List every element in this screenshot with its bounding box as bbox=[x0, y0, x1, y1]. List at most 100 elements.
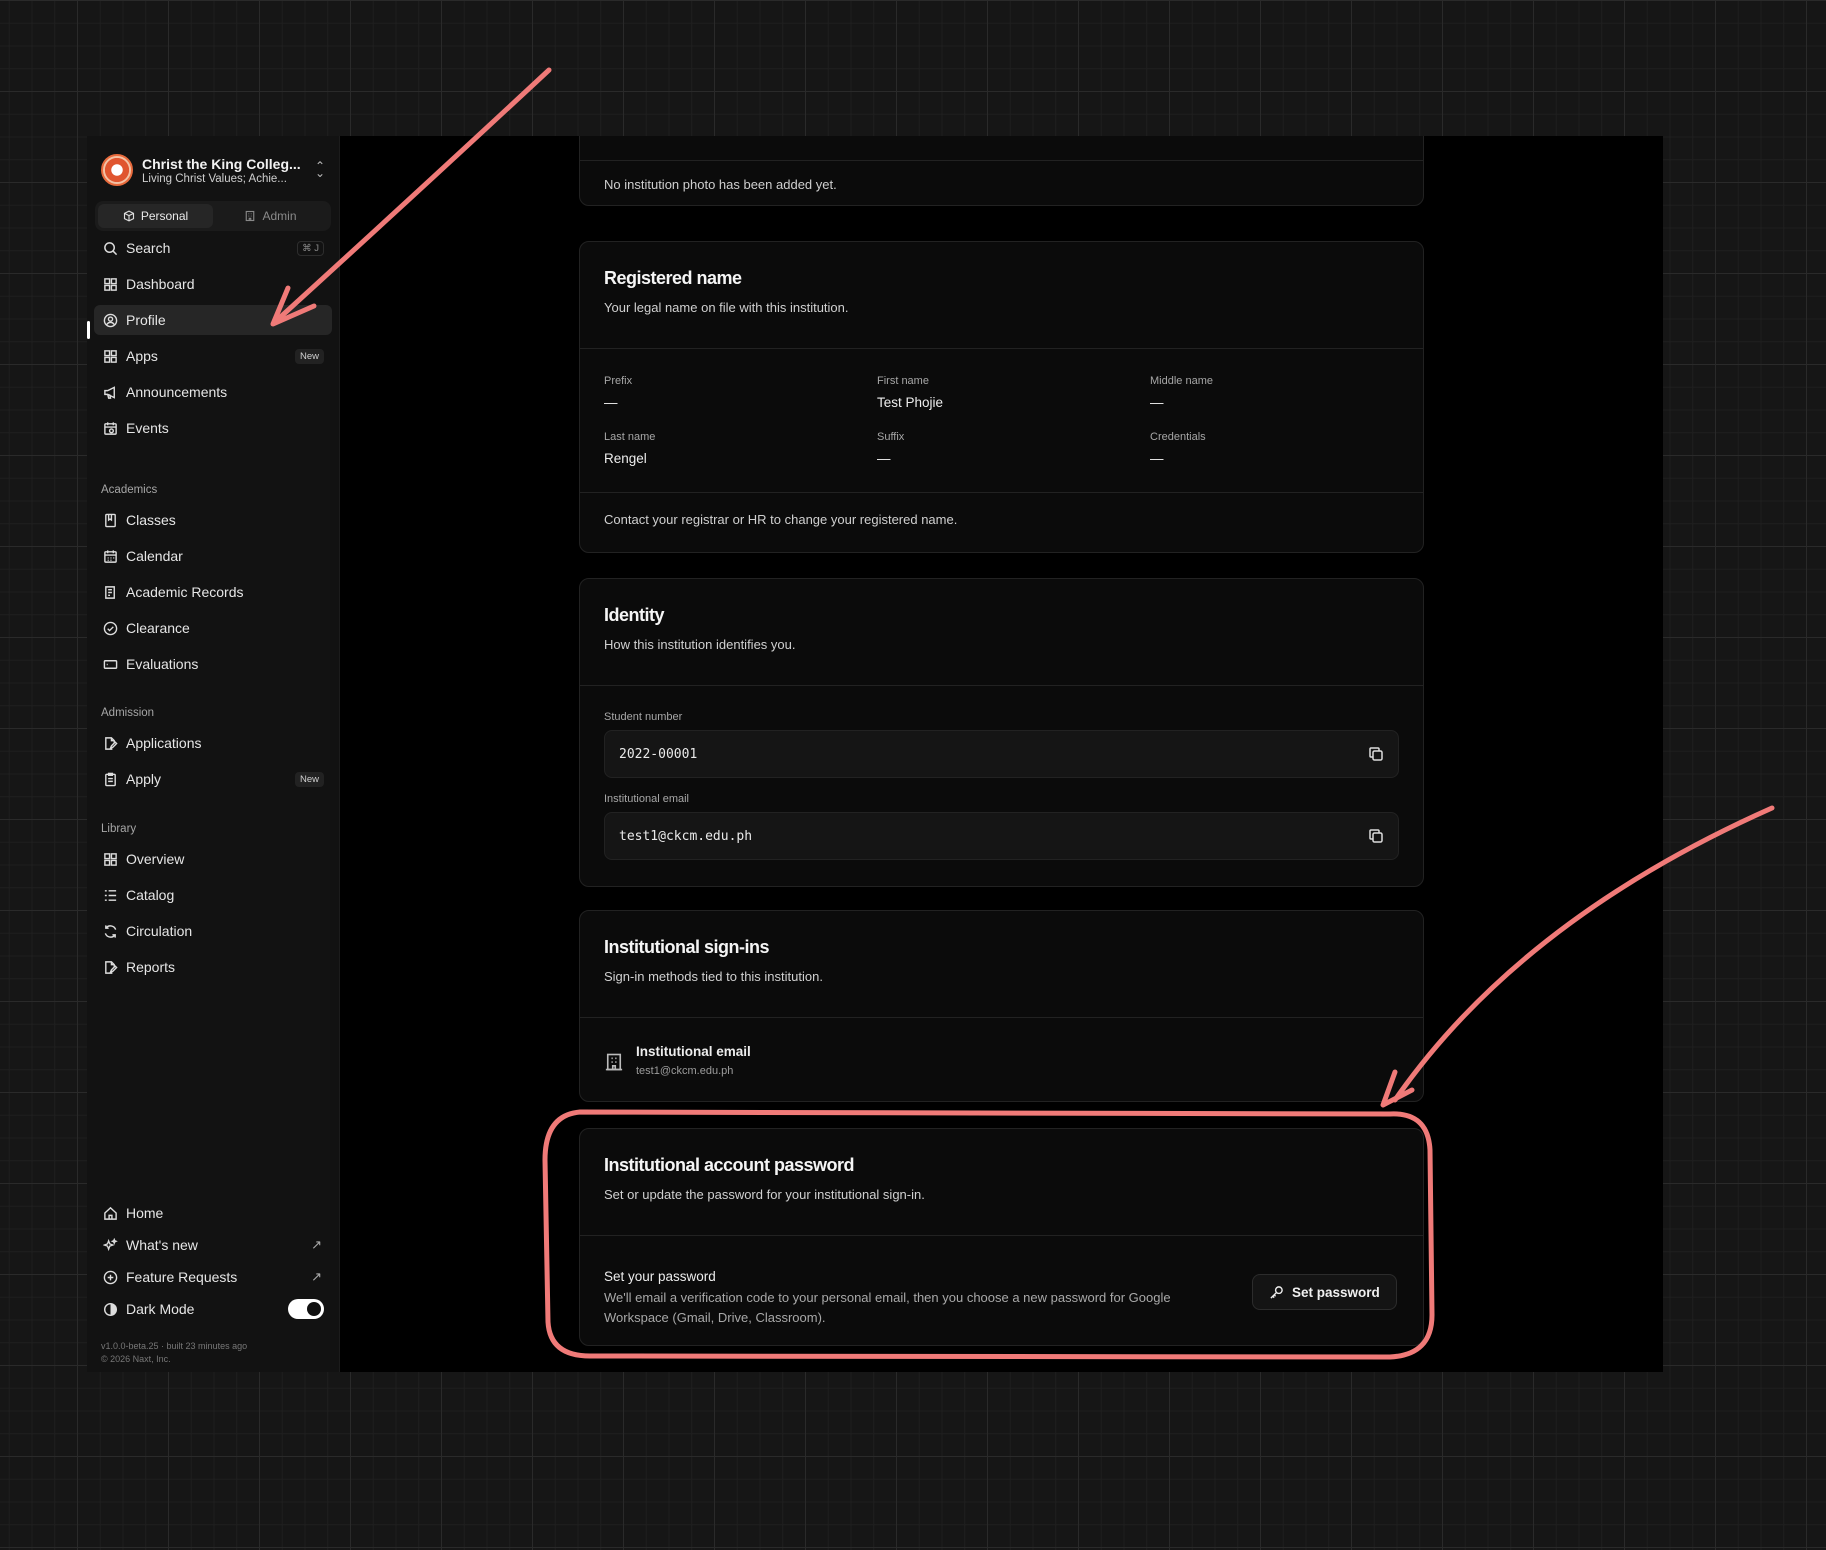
sidebar-item-search[interactable]: Search ⌘ J bbox=[94, 233, 332, 263]
sidebar-item-apply[interactable]: Apply New bbox=[94, 764, 332, 794]
sidebar-item-label: Announcements bbox=[126, 384, 228, 400]
section-library: Library bbox=[101, 823, 137, 835]
sidebar-item-label: Profile bbox=[126, 312, 166, 328]
signin-method-title: Institutional email bbox=[636, 1044, 751, 1059]
user-circle-icon bbox=[102, 312, 118, 328]
sidebar-item-circulation[interactable]: Circulation bbox=[94, 916, 332, 946]
sidebar-item-classes[interactable]: Classes bbox=[94, 505, 332, 535]
section-admission: Admission bbox=[101, 707, 155, 719]
sidebar-item-evaluations[interactable]: Evaluations bbox=[94, 649, 332, 679]
card-description: How this institution identifies you. bbox=[604, 637, 796, 652]
sidebar-item-catalog[interactable]: Catalog bbox=[94, 880, 332, 910]
sidebar-item-label: Dashboard bbox=[126, 276, 195, 292]
institutional-email-value: test1@ckcm.edu.ph bbox=[619, 828, 753, 844]
org-tagline: Living Christ Values; Achie... bbox=[142, 172, 287, 185]
home-icon bbox=[102, 1205, 118, 1221]
clipboard-icon bbox=[102, 771, 118, 787]
external-link-icon: ↗ bbox=[311, 1269, 322, 1284]
grid-icon bbox=[102, 276, 118, 292]
sidebar-item-label: Feature Requests bbox=[126, 1269, 238, 1285]
building-icon bbox=[605, 1053, 623, 1071]
version-info: v1.0.0-beta.25 · built 23 minutes ago © … bbox=[101, 1340, 247, 1366]
plus-circle-icon bbox=[102, 1269, 118, 1285]
sidebar-item-academic-records[interactable]: Academic Records bbox=[94, 577, 332, 607]
sidebar-item-overview[interactable]: Overview bbox=[94, 844, 332, 874]
report-icon bbox=[102, 959, 118, 975]
version-line: v1.0.0-beta.25 · built 23 minutes ago bbox=[101, 1341, 248, 1351]
set-password-title: Set your password bbox=[604, 1269, 716, 1284]
card-title: Identity bbox=[604, 605, 665, 625]
tab-admin[interactable]: Admin bbox=[213, 204, 328, 228]
sidebar-item-dark-mode: Dark Mode bbox=[94, 1294, 332, 1324]
suffix-label: Suffix bbox=[877, 431, 905, 443]
sidebar-item-label: Apps bbox=[126, 348, 158, 364]
sidebar-item-label: Clearance bbox=[126, 620, 190, 636]
sidebar-item-clearance[interactable]: Clearance bbox=[94, 613, 332, 643]
card-description: Sign-in methods tied to this institution… bbox=[604, 969, 823, 984]
credentials-label: Credentials bbox=[1150, 431, 1206, 443]
sidebar-item-label: Overview bbox=[126, 851, 185, 867]
sidebar-item-feature-requests[interactable]: Feature Requests ↗ bbox=[94, 1262, 332, 1292]
card-title: Registered name bbox=[604, 268, 742, 288]
sidebar-item-applications[interactable]: Applications bbox=[94, 728, 332, 758]
active-indicator bbox=[87, 321, 90, 339]
sidebar-item-label: Dark Mode bbox=[126, 1301, 195, 1317]
last-name-value: Rengel bbox=[604, 451, 647, 466]
student-number-value: 2022-00001 bbox=[619, 746, 698, 762]
sidebar-item-apps[interactable]: Apps New bbox=[94, 341, 332, 371]
sidebar-item-label: Academic Records bbox=[126, 584, 244, 600]
copyright-line: © 2026 Naxt, Inc. bbox=[101, 1354, 171, 1364]
first-name-label: First name bbox=[877, 375, 929, 387]
tab-admin-label: Admin bbox=[262, 209, 297, 223]
apps-icon bbox=[102, 348, 118, 364]
sidebar-item-announcements[interactable]: Announcements bbox=[94, 377, 332, 407]
copy-icon[interactable] bbox=[1368, 746, 1384, 762]
building-icon bbox=[246, 210, 255, 222]
records-icon bbox=[102, 584, 118, 600]
photo-card: No institution photo has been added yet. bbox=[579, 136, 1424, 206]
sidebar-item-whats-new[interactable]: What's new ↗ bbox=[94, 1230, 332, 1260]
sidebar-item-reports[interactable]: Reports bbox=[94, 952, 332, 982]
mode-switch: Personal Admin bbox=[95, 201, 331, 231]
app-window: Christ the King Colleg... Living Christ … bbox=[87, 136, 1663, 1372]
copy-icon[interactable] bbox=[1368, 828, 1384, 844]
sidebar-item-label: Reports bbox=[126, 959, 176, 975]
sidebar-item-events[interactable]: Events bbox=[94, 413, 332, 443]
middle-name-label: Middle name bbox=[1150, 375, 1213, 387]
new-badge: New bbox=[294, 348, 324, 364]
prefix-label: Prefix bbox=[604, 375, 633, 387]
form-icon bbox=[102, 656, 118, 672]
set-password-label: Set password bbox=[1292, 1284, 1380, 1300]
set-password-button[interactable]: Set password bbox=[1252, 1274, 1397, 1310]
sidebar-item-home[interactable]: Home bbox=[94, 1198, 332, 1228]
institutional-email-field: test1@ckcm.edu.ph bbox=[604, 812, 1399, 860]
divider bbox=[580, 348, 1423, 349]
cube-icon bbox=[123, 210, 134, 222]
sidebar-item-calendar[interactable]: Calendar bbox=[94, 541, 332, 571]
refresh-icon bbox=[102, 923, 118, 939]
key-icon bbox=[1270, 1285, 1283, 1299]
tab-personal-label: Personal bbox=[140, 209, 189, 223]
chevron-up-down-icon: ⌃ ⌄ bbox=[314, 159, 326, 180]
student-number-field: 2022-00001 bbox=[604, 730, 1399, 778]
sidebar-item-dashboard[interactable]: Dashboard bbox=[94, 269, 332, 299]
grid-icon bbox=[102, 851, 118, 867]
institutional-email-label: Institutional email bbox=[604, 793, 689, 805]
sparkles-icon bbox=[102, 1237, 118, 1253]
tab-personal[interactable]: Personal bbox=[98, 204, 213, 228]
set-password-description-line1: We'll email a verification code to your … bbox=[604, 1290, 1171, 1305]
card-footer-note: Contact your registrar or HR to change y… bbox=[604, 512, 958, 527]
card-title: Institutional sign-ins bbox=[604, 937, 770, 957]
org-switcher[interactable]: Christ the King Colleg... Living Christ … bbox=[101, 150, 327, 190]
calendar-icon bbox=[102, 548, 118, 564]
identity-card: Identity How this institution identifies… bbox=[579, 578, 1424, 887]
sidebar-item-label: Classes bbox=[126, 512, 176, 528]
registered-name-card: Registered name Your legal name on file … bbox=[579, 241, 1424, 553]
sidebar: Christ the King Colleg... Living Christ … bbox=[87, 136, 340, 1372]
keyboard-shortcut: ⌘ J bbox=[297, 240, 324, 256]
last-name-label: Last name bbox=[604, 431, 656, 443]
dark-mode-toggle[interactable] bbox=[288, 1299, 324, 1319]
sidebar-item-profile[interactable]: Profile bbox=[94, 305, 332, 335]
first-name-value: Test Phojie bbox=[877, 395, 944, 410]
sidebar-item-label: Applications bbox=[126, 735, 202, 751]
